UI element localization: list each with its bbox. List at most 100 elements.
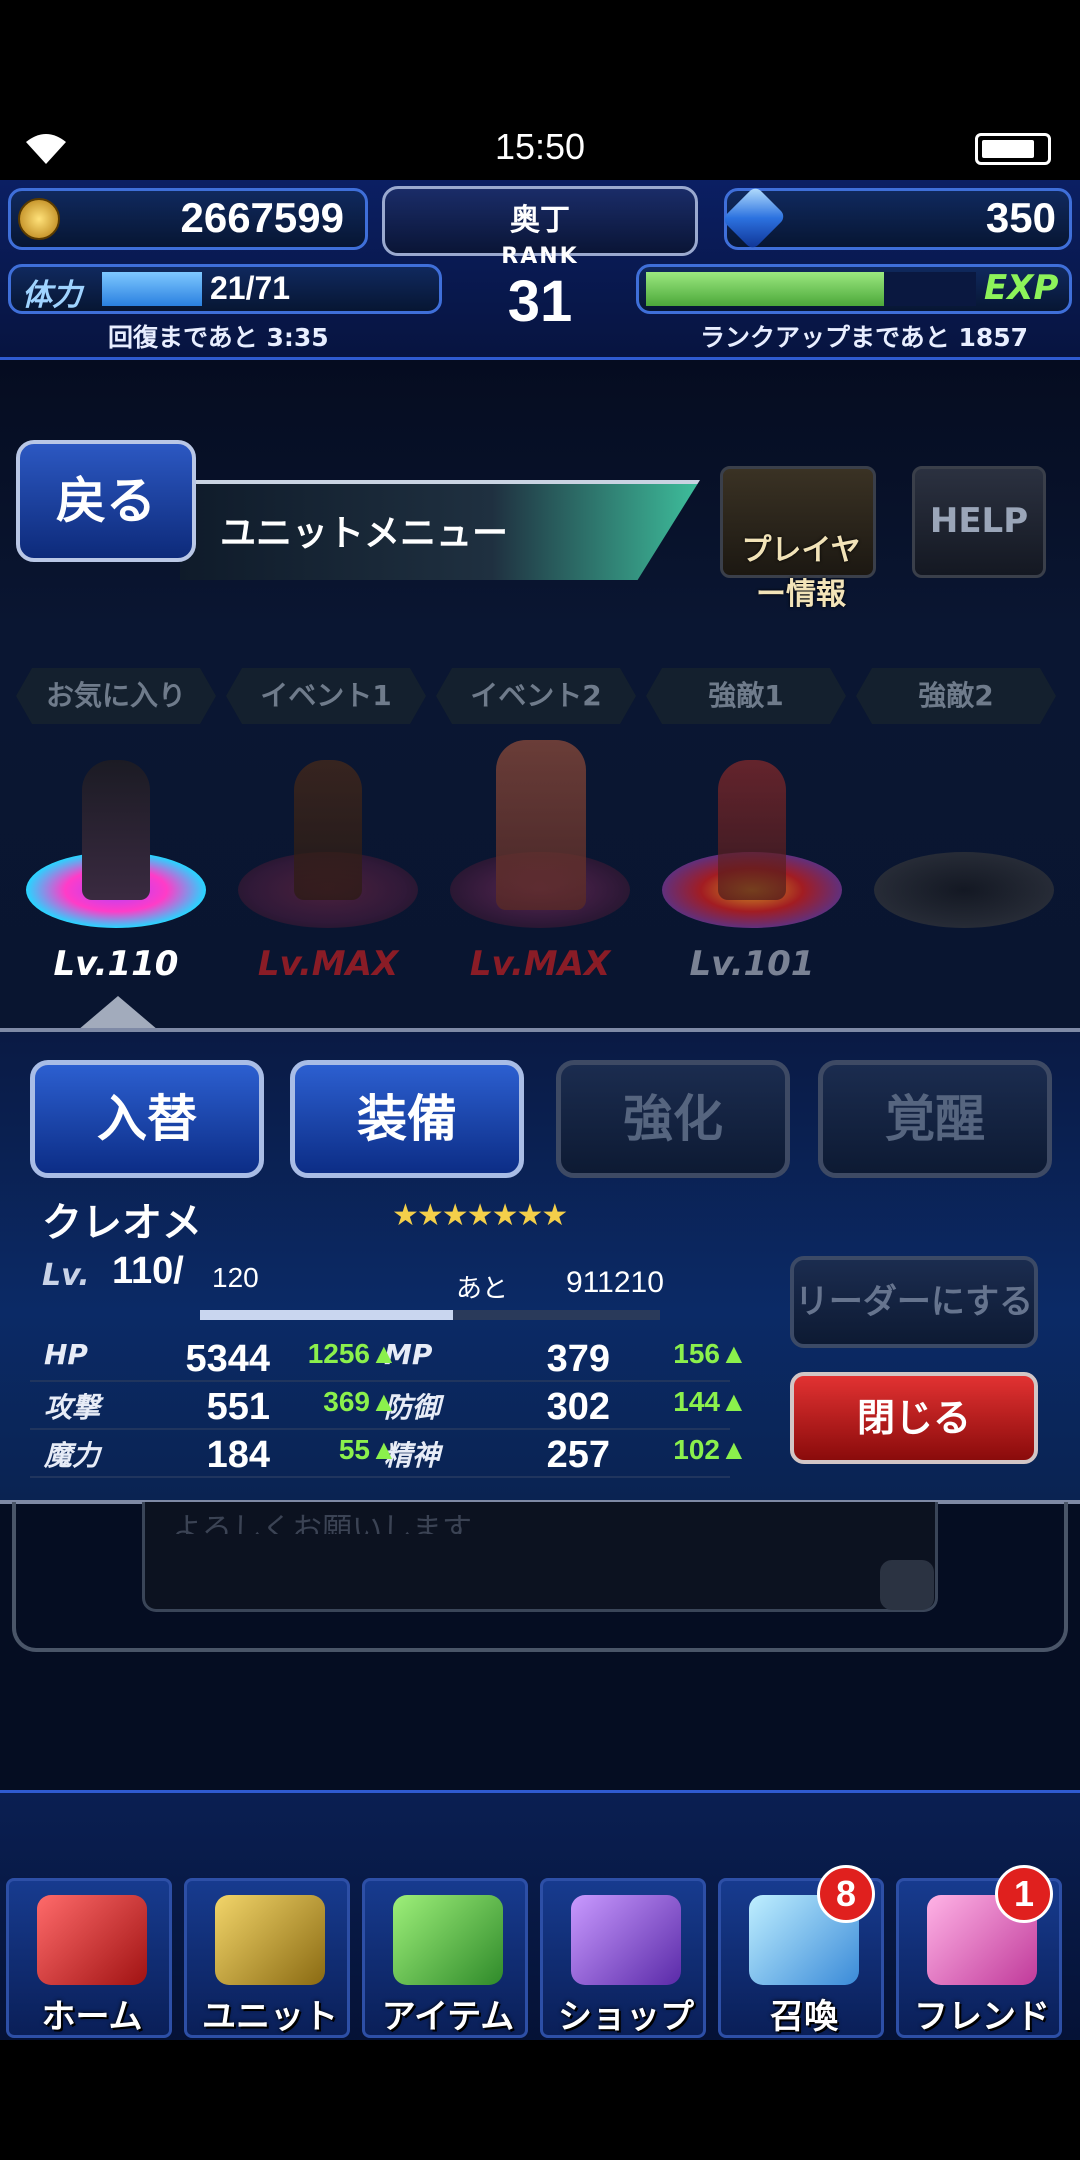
gil-value: 2667599 (180, 194, 344, 241)
next-exp-label: あと (456, 1274, 509, 1304)
gem-value: 350 (985, 194, 1056, 241)
level-label: Lv. (42, 1258, 90, 1293)
stat-bonus: 369 (323, 1386, 370, 1417)
party-slot-5-empty[interactable] (864, 740, 1064, 980)
knight-icon (215, 1895, 325, 1985)
unit-level: Lv.110 (53, 944, 179, 984)
level-max: 120 (212, 1262, 259, 1293)
recover-timer: 回復まであと 3:35 (108, 323, 329, 352)
stat-bonus: 55 (338, 1434, 370, 1465)
nav-label: アイテム (381, 1997, 515, 2037)
clock: 15:50 (494, 126, 586, 167)
unit-sprite (718, 760, 786, 900)
rank-label: RANK (501, 244, 579, 269)
player-info-button[interactable]: プレイヤー情報 (720, 466, 876, 612)
gil-coin-icon (18, 198, 60, 240)
selected-pointer-icon (78, 996, 158, 1030)
profile-message: よろしくお願いします (172, 1512, 472, 1534)
stat-value: 551 (206, 1386, 270, 1428)
help-button[interactable]: HELP (912, 466, 1046, 578)
help-label: HELP (929, 501, 1029, 541)
rankup-remaining: ランクアップまであと 1857 (700, 323, 1029, 352)
unit-level: Lv.101 (689, 944, 815, 984)
set-leader-button[interactable]: リーダーにする (790, 1256, 1038, 1348)
stat-bonus: 102 (673, 1434, 720, 1465)
stamina-value: 21/71 (210, 270, 291, 306)
nav-item-2[interactable]: アイテム (362, 1878, 528, 2038)
unit-level: Lv.MAX (257, 944, 399, 984)
stat-row: 攻撃 551 369 防御 302 144 ▲ ▲ (30, 1386, 748, 1430)
stat-label: HP (44, 1338, 88, 1371)
level-progress (200, 1310, 660, 1320)
exp-bar (646, 272, 884, 306)
player-info-label: プレイヤー情報 (741, 533, 861, 612)
nav-item-1[interactable]: ユニット (184, 1878, 350, 2038)
stat-value: 257 (546, 1434, 610, 1476)
page-title: ユニットメニュー (220, 513, 509, 554)
unit-sprite (496, 740, 586, 910)
enhance-button[interactable]: 強化 (556, 1060, 790, 1178)
tab-favorite[interactable]: お気に入り (16, 668, 216, 724)
stat-label: 魔力 (44, 1439, 101, 1472)
stamina-bar (102, 272, 202, 306)
back-button[interactable]: 戻る (16, 440, 196, 562)
stat-row: 魔力 184 55 精神 257 102 ▲ ▲ (30, 1434, 748, 1478)
tab-rival2[interactable]: 強敵2 (856, 668, 1056, 724)
battery-icon (975, 133, 1051, 165)
party-tabs: お気に入り イベント1 イベント2 強敵1 強敵2 (16, 668, 1066, 728)
unit-level: Lv.MAX (469, 944, 611, 984)
nav-label: 召喚 (770, 1997, 838, 2037)
nav-item-4[interactable]: 召喚 8 (718, 1865, 884, 2038)
unit-sprite (294, 760, 362, 900)
nav-item-3[interactable]: ショップ (540, 1878, 706, 2038)
swap-button[interactable]: 入替 (30, 1060, 264, 1178)
stat-up-arrow-icon: ▲ (720, 1338, 748, 1369)
bottom-bar (0, 2040, 1080, 2160)
nav-label: ホーム (41, 1997, 143, 2037)
next-exp-value: 911210 (566, 1266, 664, 1299)
party-slot-1[interactable]: Lv.110 (16, 740, 216, 984)
empty-pedestal (874, 852, 1054, 928)
stat-row: HP 5344 1256 MP 379 156 ▲ ▲ (30, 1338, 748, 1382)
stamina-label: 体力 (22, 278, 82, 313)
stat-value: 5344 (185, 1338, 270, 1380)
level-value: 110/ (112, 1250, 184, 1292)
notification-badge: 8 (817, 1865, 875, 1923)
stat-value: 379 (546, 1338, 610, 1380)
potion-icon (393, 1895, 503, 1985)
awaken-button[interactable]: 覚醒 (818, 1060, 1052, 1178)
nav-label: ショップ (558, 1997, 694, 2037)
stat-value: 184 (206, 1434, 270, 1476)
tab-rival1[interactable]: 強敵1 (646, 668, 846, 724)
nav-label: ユニット (202, 1997, 338, 2037)
equip-button[interactable]: 装備 (290, 1060, 524, 1178)
rank-value: 31 (507, 269, 573, 334)
close-button[interactable]: 閉じる (790, 1372, 1038, 1464)
shop-icon (571, 1895, 681, 1985)
stat-bonus: 144 (673, 1386, 720, 1417)
notification-badge: 1 (995, 1865, 1053, 1923)
exp-label: EXP (984, 268, 1059, 308)
stat-label: 攻撃 (44, 1391, 101, 1424)
stat-bonus: 1256 (307, 1338, 370, 1369)
nav-label: フレンド (914, 1997, 1050, 2037)
tab-event2[interactable]: イベント2 (436, 668, 636, 724)
stat-bonus: 156 (673, 1338, 720, 1369)
stat-up-arrow-icon: ▲ (720, 1386, 748, 1417)
unit-sprite (82, 760, 150, 900)
tab-event1[interactable]: イベント1 (226, 668, 426, 724)
stat-up-arrow-icon: ▲ (720, 1434, 748, 1465)
edit-feather-icon[interactable] (880, 1560, 934, 1610)
stat-value: 302 (546, 1386, 610, 1428)
party-slot-4[interactable]: Lv.101 (652, 740, 852, 984)
nav-item-0[interactable]: ホーム (6, 1878, 172, 2038)
unit-name: クレオメ (42, 1200, 202, 1246)
party-slot-3[interactable]: Lv.MAX (440, 740, 640, 984)
nav-item-5[interactable]: フレンド 1 (896, 1865, 1062, 2038)
stat-up-arrow-icon: ▲ (370, 1386, 398, 1417)
stat-up-arrow-icon: ▲ (370, 1434, 398, 1465)
party-slot-2[interactable]: Lv.MAX (228, 740, 428, 984)
stat-up-arrow-icon: ▲ (370, 1338, 398, 1369)
sword-icon (37, 1895, 147, 1985)
rarity-stars: ★★★★★★★ (392, 1198, 568, 1233)
